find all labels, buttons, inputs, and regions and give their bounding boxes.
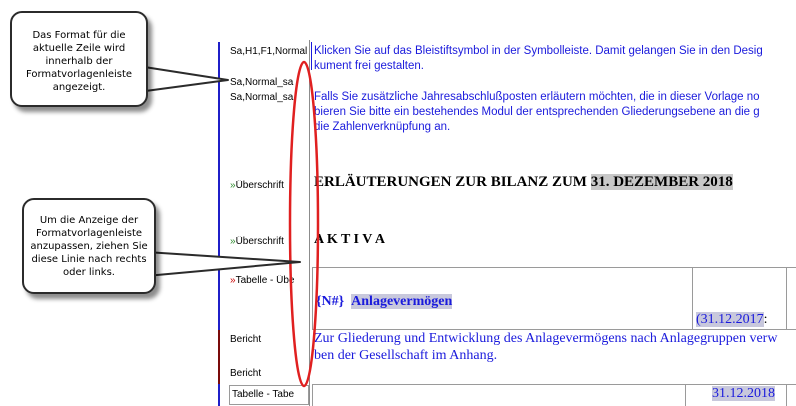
callout-bottom: Um die Anzeige der Formatvorlagenleiste …	[22, 198, 156, 294]
callout-top: Das Format für die aktuelle Zeile wird i…	[10, 11, 148, 107]
